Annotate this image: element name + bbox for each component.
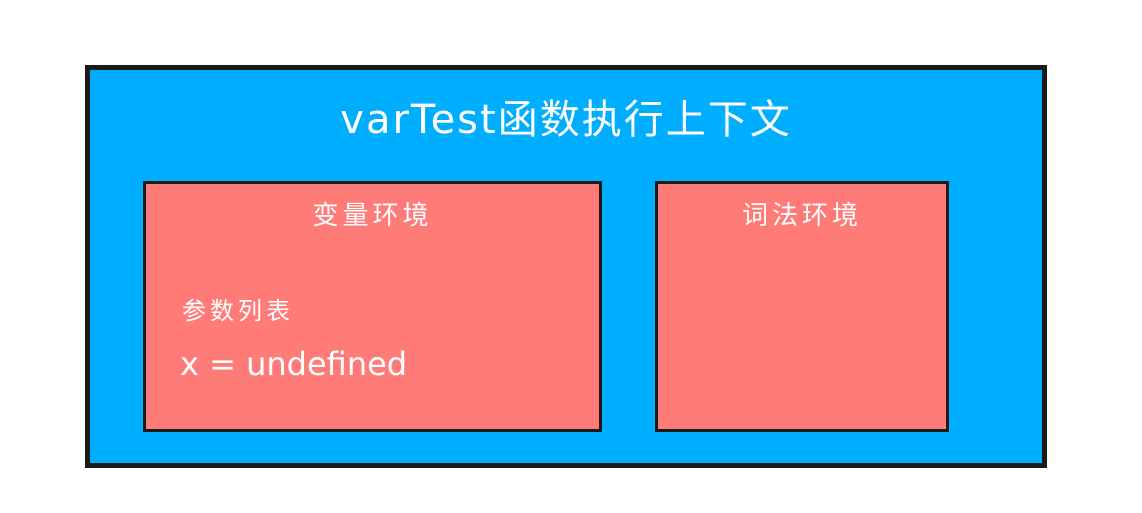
execution-context-title: varTest函数执行上下文	[340, 97, 792, 143]
execution-context-box: varTest函数执行上下文 变量环境 参数列表 x = undefined 词…	[85, 65, 1047, 468]
variable-environment-title: 变量环境	[312, 201, 433, 231]
lexical-environment-title: 词法环境	[741, 201, 862, 231]
parameter-value: x = undefined	[180, 345, 408, 383]
parameter-list-label: 参数列表	[182, 297, 294, 325]
lexical-environment-box: 词法环境	[655, 181, 949, 432]
variable-environment-box: 变量环境 参数列表 x = undefined	[143, 181, 602, 432]
